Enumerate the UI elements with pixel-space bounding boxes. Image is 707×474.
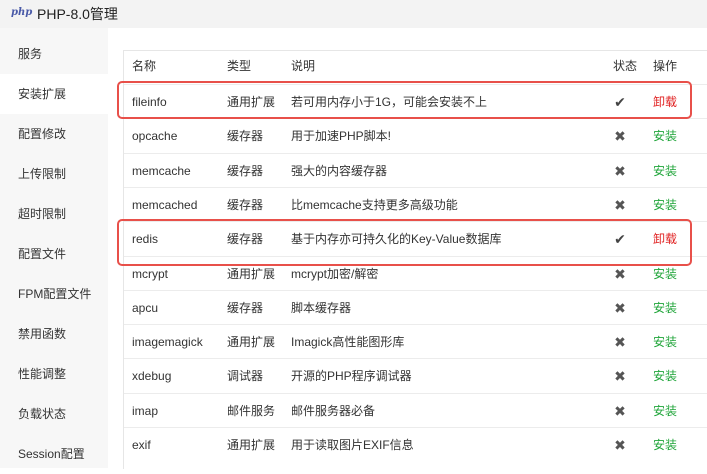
header-type: 类型 — [227, 59, 252, 73]
install-button[interactable]: 安装 — [653, 428, 677, 462]
cross-icon: ✖ — [614, 196, 626, 213]
extension-name: opcache — [132, 129, 178, 144]
extension-name: memcache — [132, 163, 191, 178]
cross-icon: ✖ — [614, 162, 626, 179]
sidebar-item-session-config[interactable]: Session配置 — [0, 434, 108, 474]
extension-name: imap — [132, 403, 159, 418]
extension-name: xdebug — [132, 369, 172, 384]
table-row: memcached 缓存器 比memcache支持更多高级功能 ✖ 安装 — [124, 186, 707, 222]
cross-icon: ✖ — [614, 128, 626, 145]
table-row: exif 通用扩展 用于读取图片EXIF信息 ✖ 安装 — [124, 427, 707, 462]
sidebar-item-config-file[interactable]: 配置文件 — [0, 234, 108, 274]
extension-desc: 开源的PHP程序调试器 — [291, 369, 412, 384]
cross-icon: ✖ — [614, 334, 626, 351]
install-button[interactable]: 安装 — [653, 394, 677, 428]
extension-name: exif — [132, 438, 151, 452]
php-logo-icon: php — [11, 7, 33, 18]
highlight-box-redis — [117, 219, 692, 266]
sidebar-item-disabled-functions[interactable]: 禁用函数 — [0, 314, 108, 354]
extension-name: apcu — [132, 300, 159, 315]
extension-type: 通用扩展 — [227, 335, 276, 350]
cross-icon: ✖ — [614, 437, 626, 453]
sidebar-item-upload-limit[interactable]: 上传限制 — [0, 154, 108, 194]
cross-icon: ✖ — [614, 368, 626, 385]
extension-desc: 比memcache支持更多高级功能 — [291, 197, 458, 212]
extension-desc: Imagick高性能图形库 — [291, 335, 405, 350]
header-name: 名称 — [132, 59, 157, 73]
install-button[interactable]: 安装 — [653, 291, 677, 325]
extension-desc: 脚本缓存器 — [291, 300, 352, 315]
extension-type: 调试器 — [227, 369, 264, 384]
highlight-box-fileinfo — [117, 81, 692, 119]
install-button[interactable]: 安装 — [653, 188, 677, 222]
sidebar-item-performance[interactable]: 性能调整 — [0, 354, 108, 394]
extension-name: imagemagick — [132, 335, 203, 350]
sidebar-item-install-extensions[interactable]: 安装扩展 — [0, 74, 108, 114]
header-status: 状态 — [613, 59, 638, 73]
extension-name: memcached — [132, 197, 198, 212]
sidebar-item-service[interactable]: 服务 — [0, 34, 108, 74]
extension-desc: 用于加速PHP脚本! — [291, 129, 392, 144]
header-op: 操作 — [653, 59, 678, 73]
sidebar-item-load-status[interactable]: 负载状态 — [0, 394, 108, 434]
extension-desc: 强大的内容缓存器 — [291, 163, 388, 178]
extension-type: 缓存器 — [227, 163, 264, 178]
sidebar-item-fpm-config-file[interactable]: FPM配置文件 — [0, 274, 108, 314]
cross-icon: ✖ — [614, 299, 626, 316]
sidebar-item-config-edit[interactable]: 配置修改 — [0, 114, 108, 154]
table-row: apcu 缓存器 脚本缓存器 ✖ 安装 — [124, 289, 707, 325]
window-title: PHP-8.0管理 — [37, 6, 118, 22]
extension-type: 缓存器 — [227, 197, 264, 212]
table-row: memcache 缓存器 强大的内容缓存器 ✖ 安装 — [124, 152, 707, 188]
extension-type: 通用扩展 — [227, 438, 276, 452]
extension-type: 邮件服务 — [227, 403, 276, 418]
sidebar-item-timeout-limit[interactable]: 超时限制 — [0, 194, 108, 234]
install-button[interactable]: 安装 — [653, 325, 677, 359]
install-button[interactable]: 安装 — [653, 119, 677, 153]
title-bar: php PHP-8.0管理 — [0, 0, 707, 28]
extension-desc: 邮件服务器必备 — [291, 403, 376, 418]
extension-type: 缓存器 — [227, 129, 264, 144]
extension-desc: 用于读取图片EXIF信息 — [291, 438, 414, 452]
table-row: opcache 缓存器 用于加速PHP脚本! ✖ 安装 — [124, 118, 707, 153]
install-button[interactable]: 安装 — [653, 359, 677, 393]
table-row: imagemagick 通用扩展 Imagick高性能图形库 ✖ 安装 — [124, 324, 707, 359]
install-button[interactable]: 安装 — [653, 154, 677, 188]
extension-type: 缓存器 — [227, 300, 264, 315]
table-row: imap 邮件服务 邮件服务器必备 ✖ 安装 — [124, 392, 707, 428]
table-row: xdebug 调试器 开源的PHP程序调试器 ✖ 安装 — [124, 358, 707, 393]
cross-icon: ✖ — [614, 402, 626, 419]
header-desc: 说明 — [291, 59, 316, 73]
sidebar: 服务 安装扩展 配置修改 上传限制 超时限制 配置文件 FPM配置文件 禁用函数… — [0, 28, 108, 468]
